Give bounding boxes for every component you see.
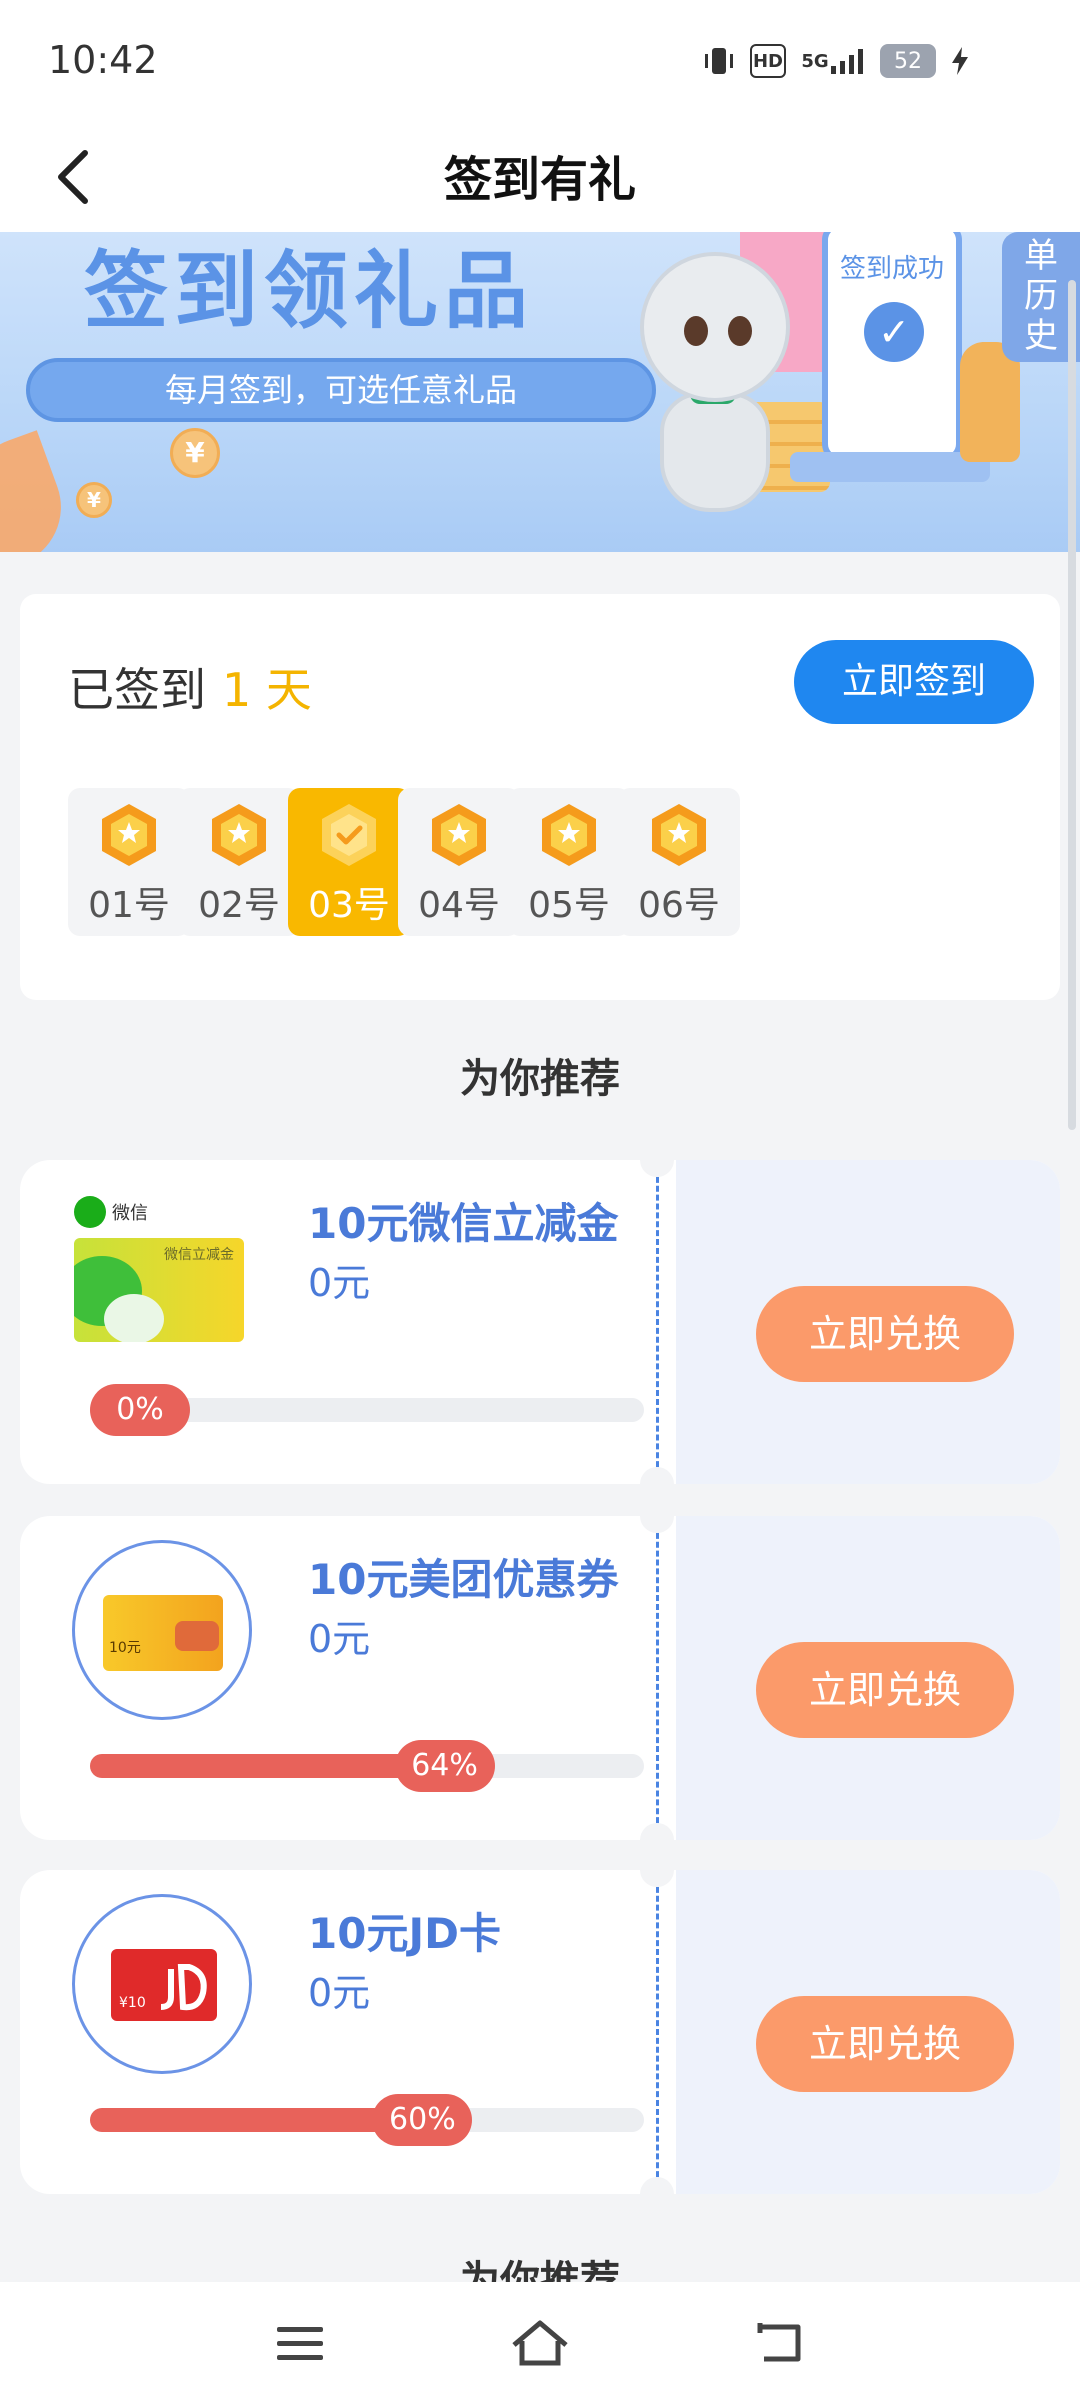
redeem-button[interactable]: 立即兑换 xyxy=(756,1286,1014,1382)
progress-fill xyxy=(90,1754,445,1778)
menu-button[interactable] xyxy=(260,2308,340,2378)
jd-coupon-image: ¥10 xyxy=(72,1894,252,2074)
phone-illustration: 签到成功 ✓ xyxy=(822,232,962,462)
coupon-notch xyxy=(640,1467,674,1501)
medal-star-icon xyxy=(652,804,706,866)
menu-icon xyxy=(277,2327,323,2360)
scrollbar[interactable] xyxy=(1068,280,1076,1130)
coin-icon: ¥ xyxy=(170,428,220,478)
day-tile[interactable]: 02号 xyxy=(178,788,300,936)
signed-prefix: 已签到 xyxy=(68,663,206,717)
status-bar: 10:42 HD 5G 52 xyxy=(0,0,1080,120)
coupon-card: ¥10 10元JD卡 0元 60% 立即兑换 xyxy=(20,1853,1060,2211)
header-bar: 签到有礼 xyxy=(0,120,1080,232)
coupon-notch xyxy=(640,1143,674,1177)
redeem-button[interactable]: 立即兑换 xyxy=(756,1996,1014,2092)
day-tile[interactable]: 04号 xyxy=(398,788,520,936)
medal-star-icon xyxy=(102,804,156,866)
wechat-bubble xyxy=(104,1294,164,1342)
signin-button[interactable]: 立即签到 xyxy=(794,640,1034,724)
meituan-card-label: 10元 xyxy=(109,1640,141,1656)
day-tile-active[interactable]: 03号 xyxy=(288,788,410,936)
signed-days: 1 天 xyxy=(222,663,312,717)
jd-card-label: ¥10 xyxy=(119,1995,146,2011)
coupon-name: 10元微信立减金 xyxy=(308,1199,619,1248)
coupon-notch xyxy=(640,1499,674,1533)
medal-check-icon xyxy=(322,804,376,866)
vibrate-icon xyxy=(702,44,736,78)
battery-icon: 52 xyxy=(880,44,936,78)
mascot-eye xyxy=(684,316,708,346)
coin-icon: ¥ xyxy=(76,482,112,518)
wechat-card: 微信立减金 xyxy=(74,1238,244,1342)
coupon-card: 10元 10元美团优惠券 0元 64% 立即兑换 xyxy=(20,1499,1060,1857)
coupon-notch xyxy=(640,2177,674,2211)
phone-success-text: 签到成功 xyxy=(839,254,944,284)
phone-stand xyxy=(790,452,990,482)
wechat-brand-label: 微信 xyxy=(112,1203,148,1224)
coupon-name: 10元JD卡 xyxy=(308,1909,501,1958)
section-heading: 为你推荐 xyxy=(460,1056,620,1102)
progress-bar: 64% xyxy=(90,1740,644,1792)
progress-bar: 60% xyxy=(90,2094,644,2146)
mascot-body xyxy=(660,392,770,512)
day-label: 02号 xyxy=(198,885,280,926)
medal-star-icon xyxy=(212,804,266,866)
status-icons: HD 5G 52 xyxy=(702,44,970,78)
banner-title: 签到领礼品 xyxy=(84,242,535,340)
food-decoration xyxy=(175,1621,219,1651)
meituan-coupon-image: 10元 xyxy=(72,1540,252,1720)
system-nav-bar xyxy=(0,2282,1080,2408)
redeem-button[interactable]: 立即兑换 xyxy=(756,1642,1014,1738)
coupon-price: 0元 xyxy=(308,1261,371,1305)
coupon-divider xyxy=(656,1524,659,1832)
day-label: 05号 xyxy=(528,885,610,926)
progress-label: 60% xyxy=(372,2094,473,2146)
medal-star-icon xyxy=(542,804,596,866)
charging-icon xyxy=(950,44,970,78)
day-label: 03号 xyxy=(308,885,390,926)
day-tile[interactable]: 06号 xyxy=(618,788,740,936)
coupon-notch xyxy=(640,1823,674,1857)
mascot-illustration xyxy=(640,252,790,402)
mascot-eye xyxy=(728,316,752,346)
day-tile[interactable]: 05号 xyxy=(508,788,630,936)
coupon-price: 0元 xyxy=(308,1617,371,1661)
promo-banner: 签到领礼品 每月签到，可选任意礼品 ¥ ¥ 签到成功 ✓ xyxy=(0,232,1080,552)
page-title: 签到有礼 xyxy=(443,152,636,208)
day-label: 01号 xyxy=(88,885,170,926)
signed-status: 已签到 1 天 xyxy=(68,654,312,720)
banner-subtitle: 每月签到，可选任意礼品 xyxy=(26,358,656,422)
coupon-divider xyxy=(656,1878,659,2186)
progress-label: 64% xyxy=(394,1740,495,1792)
day-tile[interactable]: 01号 xyxy=(68,788,190,936)
wechat-coupon-image: 微信 微信立减金 xyxy=(74,1196,254,1346)
coupon-price: 0元 xyxy=(308,1971,371,2015)
network-label: 5G xyxy=(801,50,829,72)
meituan-card: 10元 xyxy=(103,1595,223,1671)
leaf-decoration xyxy=(0,430,78,552)
home-button[interactable] xyxy=(500,2308,580,2378)
coupon-divider xyxy=(656,1168,659,1476)
medal-star-icon xyxy=(432,804,486,866)
home-icon xyxy=(512,2320,568,2366)
hd-icon: HD xyxy=(750,44,786,78)
jd-card: ¥10 xyxy=(111,1949,217,2021)
coupon-notch xyxy=(640,1853,674,1887)
day-row: 01号 02号 03号 04号 05号 06号 xyxy=(68,788,1048,938)
wechat-logo-icon xyxy=(74,1196,106,1228)
coupon-name: 10元美团优惠券 xyxy=(308,1555,619,1604)
day-label: 04号 xyxy=(418,885,500,926)
progress-label: 0% xyxy=(90,1384,190,1436)
check-icon: ✓ xyxy=(864,302,924,362)
day-label: 06号 xyxy=(638,885,720,926)
back-nav-button[interactable] xyxy=(740,2308,820,2378)
wechat-card-label: 微信立减金 xyxy=(164,1247,234,1263)
signin-card: 已签到 1 天 立即签到 01号 02号 03号 04号 05号 06号 xyxy=(20,594,1060,1000)
signal-5g-icon: 5G xyxy=(800,44,866,78)
progress-bar: 0% xyxy=(90,1384,644,1436)
return-icon xyxy=(757,2323,801,2362)
coupon-card: 微信 微信立减金 10元微信立减金 0元 0% 立即兑换 xyxy=(20,1143,1060,1501)
status-time: 10:42 xyxy=(48,38,158,82)
